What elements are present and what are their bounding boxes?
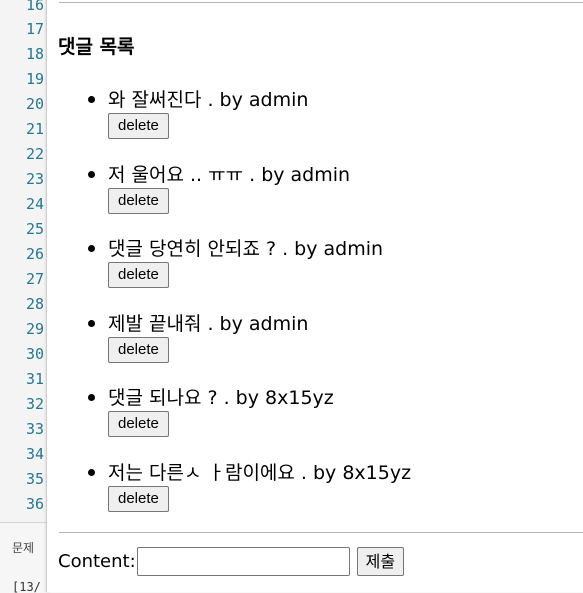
line-number: 17 [25, 20, 44, 38]
line-number: 32 [25, 395, 44, 413]
line-number: 25 [25, 220, 44, 238]
submit-button[interactable]: 제출 [356, 546, 405, 576]
page-title: 댓글 목록 [58, 36, 135, 58]
line-number: 28 [25, 295, 44, 313]
line-number: 26 [25, 245, 44, 263]
line-number: 31 [25, 370, 44, 388]
list-item: 저 울어요 .. ㅠㅠ . by admin delete [87, 162, 411, 237]
line-number: 29 [25, 320, 44, 338]
comment-form: Content: 제출 [58, 546, 405, 576]
browser-page: 댓글 목록 와 잘써진다 . by admin delete 저 울어요 .. … [46, 0, 583, 592]
list-item: 댓글 되나요 ? . by 8x15yz delete [87, 385, 411, 460]
line-number: 21 [25, 120, 44, 138]
line-number: 36 [25, 495, 44, 513]
list-item: 저는 다른ㅅ ㅏ람이에요 . by 8x15yz delete [87, 460, 412, 535]
comment-text: 댓글 되나요 ? . by 8x15yz [108, 387, 334, 410]
comment-list: 와 잘써진다 . by admin delete 저 울어요 .. ㅠㅠ . b… [87, 87, 412, 535]
line-number: 22 [25, 145, 44, 163]
line-number: 24 [25, 195, 44, 213]
editor-bottom-panel: 문제 [13/ [0, 522, 50, 593]
line-number: 35 [25, 470, 44, 488]
line-number: 34 [25, 445, 44, 463]
line-number: 20 [25, 95, 44, 113]
comment-text: 저 울어요 .. ㅠㅠ . by admin [108, 163, 351, 186]
delete-button[interactable]: delete [108, 113, 169, 139]
comment-text: 제발 끝내줘 . by admin [108, 312, 309, 335]
list-item: 제발 끝내줘 . by admin delete [87, 311, 411, 386]
line-number: 18 [25, 45, 44, 63]
editor-gutter: 16 17 18 19 20 21 22 23 24 25 26 27 28 2… [0, 0, 46, 522]
panel-output-line: [13/ [12, 580, 41, 593]
content-input[interactable] [136, 546, 350, 576]
bottom-divider [59, 532, 583, 533]
line-number: 16 [25, 0, 44, 14]
delete-button[interactable]: delete [108, 336, 169, 363]
delete-button[interactable]: delete [108, 411, 169, 438]
delete-button[interactable]: delete [108, 262, 169, 289]
comment-text: 저는 다른ㅅ ㅏ람이에요 . by 8x15yz [108, 461, 412, 484]
line-number: 27 [25, 270, 44, 288]
problems-tab[interactable]: 문제 [12, 539, 34, 556]
content-label: Content: [58, 550, 136, 572]
delete-button[interactable]: delete [108, 187, 169, 214]
delete-button[interactable]: delete [108, 485, 169, 512]
line-number: 19 [25, 70, 44, 88]
comment-text: 와 잘써진다 . by admin [108, 89, 309, 111]
comment-text: 댓글 당연히 안되죠 ? . by admin [108, 238, 384, 261]
line-number: 30 [25, 345, 44, 363]
list-item: 와 잘써진다 . by admin delete [87, 87, 411, 162]
line-number: 33 [25, 420, 44, 438]
top-divider [59, 2, 583, 3]
line-number: 23 [25, 170, 44, 188]
list-item: 댓글 당연히 안되죠 ? . by admin delete [87, 236, 411, 311]
